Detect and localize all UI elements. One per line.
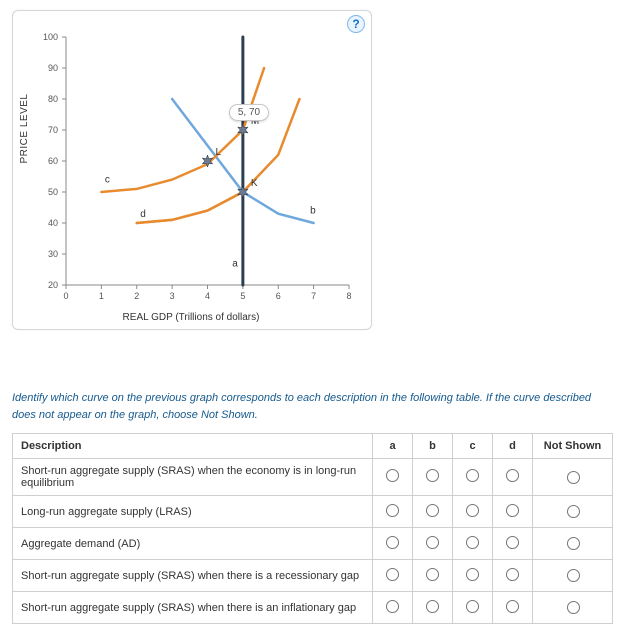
radio-input[interactable]: [426, 568, 439, 581]
choice-c: [453, 528, 493, 560]
th-choice-c: c: [453, 434, 493, 459]
th-choice-d: d: [493, 434, 533, 459]
radio-input[interactable]: [466, 536, 479, 549]
radio-input[interactable]: [506, 600, 519, 613]
svg-text:L: L: [216, 147, 222, 158]
choice-c: [453, 496, 493, 528]
choice-c: [453, 560, 493, 592]
svg-text:d: d: [140, 209, 146, 220]
choice-a: [373, 560, 413, 592]
radio-input[interactable]: [567, 471, 580, 484]
svg-text:60: 60: [48, 156, 58, 166]
choice-not-shown: [533, 560, 613, 592]
choice-c: [453, 592, 493, 624]
point-tooltip: 5, 70: [229, 104, 269, 121]
svg-text:b: b: [310, 206, 316, 217]
th-choice-b: b: [413, 434, 453, 459]
question-table: Description a b c d Not Shown Short-run …: [12, 433, 613, 624]
choice-b: [413, 496, 453, 528]
choice-a: [373, 496, 413, 528]
radio-input[interactable]: [506, 469, 519, 482]
table-row: Short-run aggregate supply (SRAS) when t…: [13, 459, 613, 496]
radio-input[interactable]: [386, 600, 399, 613]
row-description: Short-run aggregate supply (SRAS) when t…: [13, 459, 373, 496]
choice-d: [493, 496, 533, 528]
radio-input[interactable]: [506, 568, 519, 581]
chart-area: 0123456782030405060708090100abcdKLM PRIC…: [21, 19, 361, 319]
radio-input[interactable]: [466, 568, 479, 581]
choice-a: [373, 528, 413, 560]
radio-input[interactable]: [466, 504, 479, 517]
choice-d: [493, 560, 533, 592]
svg-text:80: 80: [48, 94, 58, 104]
choice-d: [493, 459, 533, 496]
choice-b: [413, 459, 453, 496]
svg-text:0: 0: [63, 291, 68, 301]
svg-text:40: 40: [48, 218, 58, 228]
svg-text:8: 8: [346, 291, 351, 301]
radio-input[interactable]: [567, 537, 580, 550]
choice-not-shown: [533, 528, 613, 560]
radio-input[interactable]: [386, 504, 399, 517]
row-description: Aggregate demand (AD): [13, 528, 373, 560]
th-description: Description: [13, 434, 373, 459]
choice-b: [413, 560, 453, 592]
svg-text:100: 100: [43, 32, 58, 42]
radio-input[interactable]: [506, 536, 519, 549]
svg-text:70: 70: [48, 125, 58, 135]
radio-input[interactable]: [506, 504, 519, 517]
choice-d: [493, 592, 533, 624]
table-row: Aggregate demand (AD): [13, 528, 613, 560]
radio-input[interactable]: [386, 469, 399, 482]
row-description: Long-run aggregate supply (LRAS): [13, 496, 373, 528]
th-choice-a: a: [373, 434, 413, 459]
radio-input[interactable]: [386, 536, 399, 549]
svg-text:30: 30: [48, 249, 58, 259]
chart-svg: 0123456782030405060708090100abcdKLM: [21, 19, 361, 319]
table-row: Short-run aggregate supply (SRAS) when t…: [13, 560, 613, 592]
instructions-text: Identify which curve on the previous gra…: [12, 390, 613, 423]
radio-input[interactable]: [567, 569, 580, 582]
choice-b: [413, 592, 453, 624]
x-axis-label: REAL GDP (Trillions of dollars): [21, 312, 361, 323]
y-axis-label: PRICE LEVEL: [19, 94, 30, 164]
svg-text:5: 5: [240, 291, 245, 301]
svg-text:2: 2: [134, 291, 139, 301]
radio-input[interactable]: [426, 600, 439, 613]
svg-text:6: 6: [276, 291, 281, 301]
radio-input[interactable]: [466, 600, 479, 613]
chart-panel: ? 0123456782030405060708090100abcdKLM PR…: [12, 10, 372, 330]
radio-input[interactable]: [426, 536, 439, 549]
radio-input[interactable]: [567, 505, 580, 518]
svg-text:20: 20: [48, 280, 58, 290]
svg-text:K: K: [251, 178, 258, 189]
choice-a: [373, 459, 413, 496]
choice-a: [373, 592, 413, 624]
choice-c: [453, 459, 493, 496]
svg-text:50: 50: [48, 187, 58, 197]
svg-text:4: 4: [205, 291, 210, 301]
svg-text:a: a: [232, 258, 238, 269]
svg-text:7: 7: [311, 291, 316, 301]
svg-text:90: 90: [48, 63, 58, 73]
table-row: Short-run aggregate supply (SRAS) when t…: [13, 592, 613, 624]
svg-text:c: c: [105, 175, 110, 186]
table-row: Long-run aggregate supply (LRAS): [13, 496, 613, 528]
radio-input[interactable]: [426, 504, 439, 517]
row-description: Short-run aggregate supply (SRAS) when t…: [13, 592, 373, 624]
th-not-shown: Not Shown: [533, 434, 613, 459]
choice-not-shown: [533, 496, 613, 528]
radio-input[interactable]: [466, 469, 479, 482]
choice-not-shown: [533, 592, 613, 624]
choice-not-shown: [533, 459, 613, 496]
radio-input[interactable]: [386, 568, 399, 581]
radio-input[interactable]: [426, 469, 439, 482]
radio-input[interactable]: [567, 601, 580, 614]
choice-d: [493, 528, 533, 560]
svg-text:1: 1: [99, 291, 104, 301]
svg-text:3: 3: [170, 291, 175, 301]
row-description: Short-run aggregate supply (SRAS) when t…: [13, 560, 373, 592]
question-tbody: Short-run aggregate supply (SRAS) when t…: [13, 459, 613, 624]
choice-b: [413, 528, 453, 560]
